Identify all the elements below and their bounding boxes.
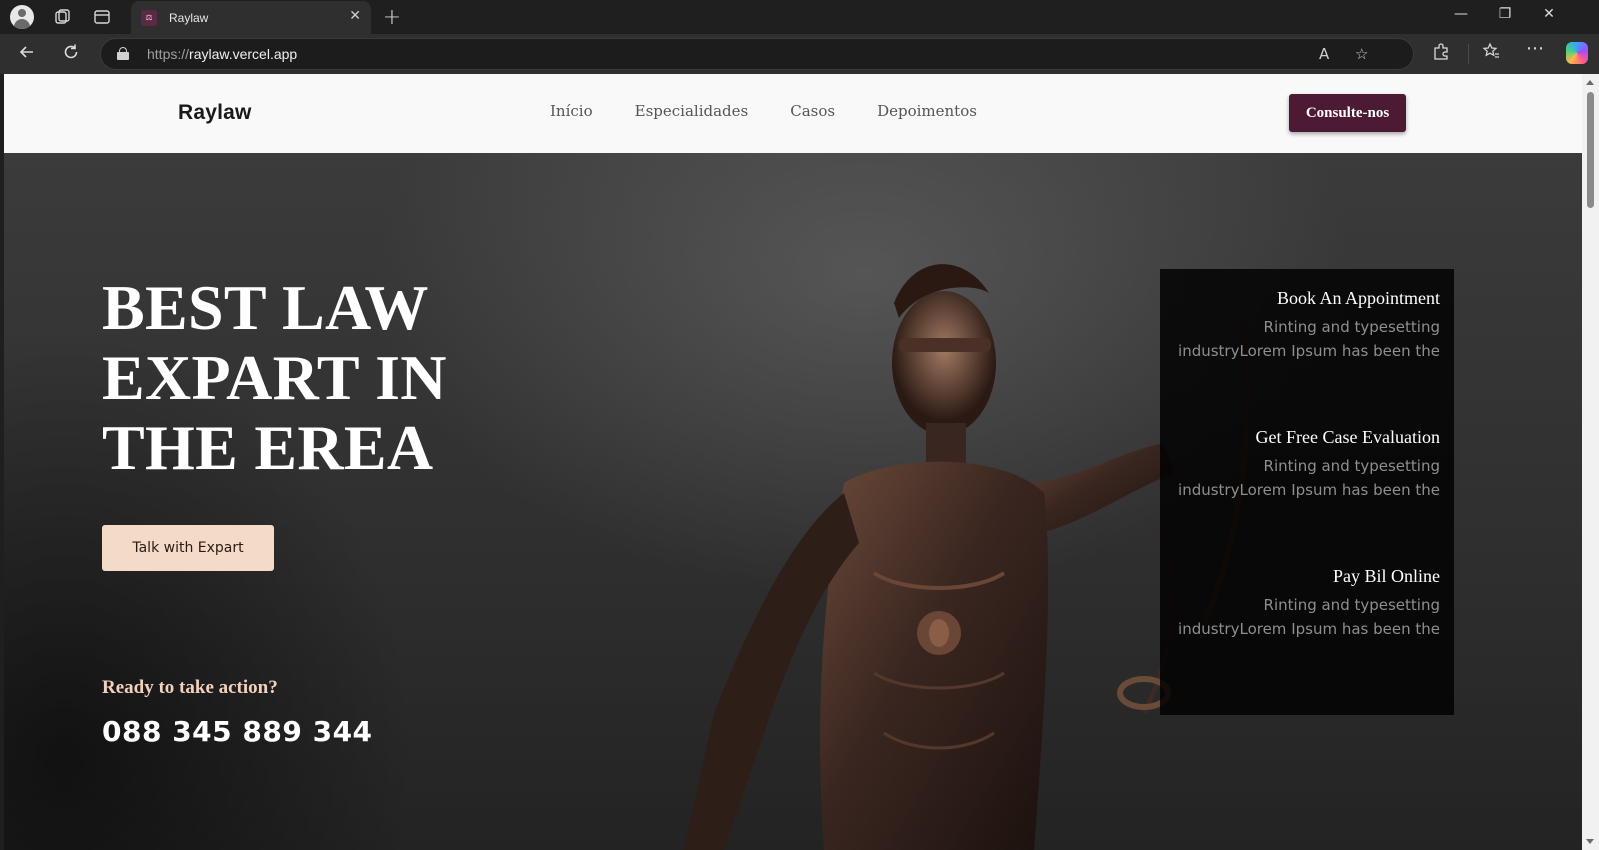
ready-heading: Ready to take action? (102, 677, 278, 698)
close-tab-icon[interactable]: ✕ (349, 8, 361, 24)
nav-link-especialidades[interactable]: Especialidades (635, 102, 749, 120)
more-options-icon[interactable]: ⋯ (1522, 38, 1548, 62)
nav-link-inicio[interactable]: Início (550, 102, 593, 120)
service-description: Rinting and typesetting industryLorem Ip… (1178, 457, 1440, 499)
url-text[interactable]: https://raylaw.vercel.app (147, 46, 297, 62)
hero-title-line: THE EREA (102, 412, 434, 483)
browser-tab[interactable]: ⚖ Raylaw ✕ (131, 1, 371, 34)
browser-tab-bar: ⚖ Raylaw ✕ + — ❐ ✕ (0, 0, 1599, 34)
service-item[interactable]: Pay Bil Online Rinting and typesetting i… (1160, 563, 1440, 641)
service-description: Rinting and typesetting industryLorem Ip… (1178, 318, 1440, 360)
close-window-icon[interactable]: ✕ (1534, 6, 1564, 22)
site-favicon-icon: ⚖ (141, 9, 157, 26)
read-aloud-icon[interactable]: A (1319, 45, 1329, 63)
page-viewport: Raylaw Início Especialidades Casos Depoi… (4, 74, 1582, 850)
nav-link-depoimentos[interactable]: Depoimentos (877, 102, 977, 120)
copilot-icon[interactable] (1566, 42, 1588, 64)
service-title[interactable]: Pay Bil Online (1160, 563, 1440, 589)
refresh-icon[interactable] (58, 42, 84, 66)
service-description: Rinting and typesetting industryLorem Ip… (1178, 596, 1440, 638)
back-icon[interactable] (14, 42, 40, 66)
service-title[interactable]: Book An Appointment (1160, 285, 1440, 311)
hero-section: BEST LAW EXPART IN THE EREA Talk with Ex… (4, 153, 1582, 850)
scroll-down-arrow-icon[interactable] (1586, 839, 1594, 844)
minimize-icon[interactable]: — (1446, 6, 1476, 22)
hero-title-line: EXPART IN (102, 342, 447, 413)
consult-button[interactable]: Consulte-nos (1289, 94, 1406, 132)
vertical-tabs-icon[interactable] (88, 5, 116, 29)
service-item[interactable]: Get Free Case Evaluation Rinting and typ… (1160, 424, 1440, 502)
service-item[interactable]: Book An Appointment Rinting and typesett… (1160, 285, 1440, 363)
favorites-icon[interactable] (1478, 42, 1504, 66)
workspaces-icon[interactable] (48, 5, 76, 29)
restore-icon[interactable]: ❐ (1490, 6, 1520, 22)
page-scrollbar[interactable] (1582, 74, 1599, 850)
extensions-icon[interactable] (1428, 42, 1454, 66)
main-nav: Início Especialidades Casos Depoimentos (550, 102, 977, 120)
site-logo[interactable]: Raylaw (178, 101, 252, 125)
phone-number[interactable]: 088 345 889 344 (102, 715, 373, 748)
new-tab-icon[interactable]: + (378, 5, 406, 30)
address-bar[interactable]: https://raylaw.vercel.app A ☆ (100, 38, 1414, 70)
talk-with-expert-button[interactable]: Talk with Expart (102, 525, 274, 571)
address-toolbar: https://raylaw.vercel.app A ☆ ⋯ (0, 34, 1599, 74)
favorite-star-icon[interactable]: ☆ (1355, 45, 1368, 63)
hero-title-line: BEST LAW (102, 272, 429, 343)
lock-icon[interactable] (117, 47, 129, 60)
hero-title: BEST LAW EXPART IN THE EREA (102, 273, 522, 483)
tab-title: Raylaw (169, 10, 209, 25)
service-title[interactable]: Get Free Case Evaluation (1160, 424, 1440, 450)
toolbar-separator (1468, 44, 1469, 64)
scrollbar-thumb[interactable] (1587, 92, 1594, 208)
site-header: Raylaw Início Especialidades Casos Depoi… (4, 74, 1582, 153)
services-panel: Book An Appointment Rinting and typesett… (1160, 269, 1454, 715)
profile-icon[interactable] (8, 5, 36, 29)
scroll-up-arrow-icon[interactable] (1586, 80, 1594, 85)
nav-link-casos[interactable]: Casos (790, 102, 835, 120)
